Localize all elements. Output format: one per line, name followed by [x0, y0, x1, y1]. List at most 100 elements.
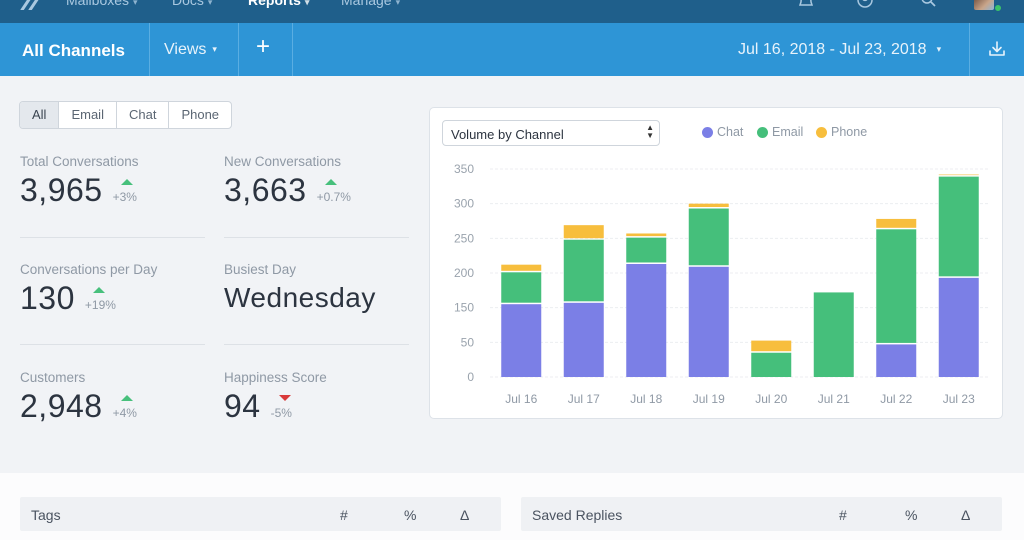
- chevron-down-icon: ▾: [207, 0, 213, 7]
- stat-label: Busiest Day: [224, 262, 297, 277]
- page-title: All Channels: [22, 41, 125, 60]
- column-header-change[interactable]: Δ: [961, 507, 970, 523]
- top-navigation-bar: Mailboxes ▾ Docs ▾ Reports ▾ Manage ▾: [0, 0, 1024, 23]
- divider: [969, 23, 970, 76]
- bar-segment-chat: [501, 304, 542, 377]
- nav-item-label: Mailboxes: [66, 0, 130, 8]
- stat-delta-value: -5%: [270, 406, 292, 420]
- x-tick-label: Jul 16: [505, 392, 537, 406]
- views-label: Views: [164, 41, 207, 58]
- bar-segment-phone: [563, 225, 604, 239]
- stat-label: Happiness Score: [224, 370, 327, 385]
- filter-all-button[interactable]: All: [20, 102, 60, 128]
- bar-segment-chat: [563, 302, 604, 377]
- chevron-down-icon: ▾: [212, 44, 217, 54]
- x-tick-label: Jul 20: [755, 392, 787, 406]
- bar-segment-email: [501, 272, 542, 303]
- chevron-down-icon: ▾: [395, 0, 401, 7]
- download-icon[interactable]: [988, 40, 1006, 58]
- trend-up-icon: [120, 179, 133, 185]
- stat-value: 3,965: [20, 172, 103, 208]
- filter-email-button[interactable]: Email: [59, 102, 117, 128]
- search-icon[interactable]: [920, 0, 938, 10]
- x-tick-label: Jul 18: [630, 392, 662, 406]
- column-header-change[interactable]: Δ: [460, 507, 469, 523]
- bar-segment-email: [626, 237, 667, 263]
- stat-delta-value: +19%: [84, 298, 116, 312]
- stat-delta-value: +4%: [112, 406, 137, 420]
- legend-swatch: [757, 126, 768, 138]
- nav-item-reports[interactable]: Reports ▾: [248, 0, 309, 8]
- legend-label: Email: [772, 125, 804, 139]
- bar-segment-chat: [876, 344, 917, 377]
- divider: [20, 344, 205, 345]
- column-header-percent[interactable]: %: [404, 507, 416, 523]
- bar-segment-email: [688, 208, 729, 266]
- nav-item-mailboxes[interactable]: Mailboxes ▾: [66, 0, 138, 8]
- column-header-count[interactable]: #: [340, 507, 348, 523]
- bar-segment-phone: [938, 174, 979, 176]
- stat-total-conversations: Total Conversations 3,965 +3%: [20, 154, 210, 207]
- table-title: Tags: [31, 507, 61, 523]
- bar-segment-phone: [751, 340, 792, 352]
- nav-item-docs[interactable]: Docs ▾: [172, 0, 212, 8]
- add-view-button[interactable]: +: [256, 35, 270, 59]
- x-tick-label: Jul 22: [880, 392, 912, 406]
- y-tick-label: 250: [454, 231, 474, 245]
- bar-segment-phone: [688, 203, 729, 208]
- divider: [20, 237, 205, 238]
- nav-item-label: Reports: [248, 0, 301, 8]
- legend-item-phone: Phone: [816, 125, 867, 139]
- stat-label: New Conversations: [224, 154, 342, 169]
- x-tick-label: Jul 19: [693, 392, 725, 406]
- stat-delta: +3%: [113, 177, 147, 207]
- table-title: Saved Replies: [532, 507, 623, 523]
- stat-new-conversations: New Conversations 3,663 +0.7%: [224, 154, 414, 207]
- notifications-bell-icon[interactable]: [797, 0, 815, 10]
- x-tick-label: Jul 17: [568, 392, 600, 406]
- y-tick-label: 200: [454, 266, 474, 280]
- stat-label: Conversations per Day: [20, 262, 158, 277]
- y-tick-label: 300: [454, 197, 474, 211]
- bar-segment-chat: [938, 277, 979, 377]
- user-circle-icon[interactable]: [856, 0, 874, 10]
- legend-item-chat: Chat: [702, 125, 743, 139]
- chart-metric-select[interactable]: Volume by Channel ▲ ▼: [442, 120, 660, 146]
- stat-delta: +4%: [113, 393, 147, 423]
- bar-segment-phone: [876, 218, 917, 228]
- stat-customers: Customers 2,948 +4%: [20, 370, 210, 423]
- online-status-indicator: [994, 4, 1002, 12]
- avatar[interactable]: [974, 0, 994, 10]
- column-header-count[interactable]: #: [839, 507, 847, 523]
- stat-delta: -5%: [271, 393, 305, 423]
- date-range-picker[interactable]: Jul 16, 2018 - Jul 23, 2018 ▾: [738, 41, 941, 59]
- legend-item-email: Email: [757, 125, 803, 139]
- nav-item-label: Manage: [341, 0, 392, 8]
- bar-segment-phone: [501, 264, 542, 271]
- stat-value: 2,948: [20, 388, 103, 424]
- views-dropdown[interactable]: Views ▾: [164, 41, 217, 59]
- chevron-down-icon: ▾: [133, 0, 138, 7]
- trend-up-icon: [324, 179, 337, 185]
- y-tick-label: 150: [454, 301, 474, 315]
- stat-label: Total Conversations: [20, 154, 139, 169]
- x-tick-label: Jul 21: [818, 392, 850, 406]
- channel-filter: All Email Chat Phone: [19, 101, 233, 129]
- filter-phone-button[interactable]: Phone: [169, 102, 231, 128]
- divider: [224, 344, 409, 345]
- divider: [224, 237, 409, 238]
- volume-chart-card: 0 50 150 200 250 300 350 Jul 16 Jul 17 Jul 18 Jul …: [429, 107, 1003, 419]
- trend-up-icon: [92, 287, 105, 293]
- saved-replies-table-header: Saved Replies # % Δ: [521, 497, 1002, 531]
- stat-conversations-per-day: Conversations per Day 130 +19%: [20, 262, 210, 315]
- nav-item-manage[interactable]: Manage ▾: [341, 0, 400, 8]
- trend-up-icon: [120, 395, 133, 401]
- column-header-percent[interactable]: %: [905, 507, 917, 523]
- tags-table-header: Tags # % Δ: [20, 497, 501, 531]
- bar-segment-email: [813, 292, 854, 377]
- stat-value: 94: [224, 388, 261, 424]
- filter-chat-button[interactable]: Chat: [117, 102, 170, 128]
- stat-delta-value: +0.7%: [316, 190, 351, 204]
- app-logo-icon[interactable]: [20, 0, 42, 10]
- divider: [238, 23, 239, 76]
